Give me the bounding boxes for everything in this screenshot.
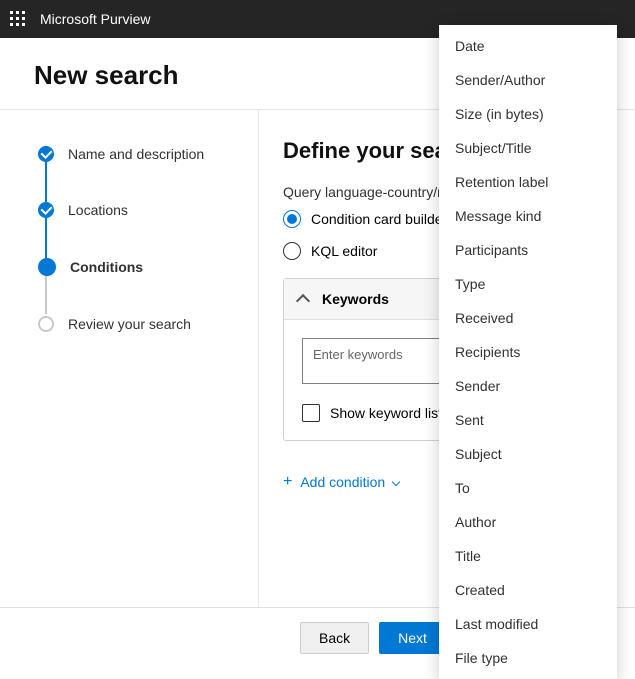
step-label: Name and description [68, 146, 204, 162]
step-review[interactable]: Review your search [38, 316, 258, 332]
step-label: Locations [68, 202, 128, 218]
dropdown-item-to[interactable]: To [439, 471, 617, 505]
dropdown-item-retention-label[interactable]: Retention label [439, 165, 617, 199]
dropdown-item-file-type[interactable]: File type [439, 641, 617, 675]
dropdown-item-sent[interactable]: Sent [439, 403, 617, 437]
dropdown-item-message-kind[interactable]: Message kind [439, 199, 617, 233]
keywords-card-title: Keywords [322, 291, 389, 307]
checkbox-label: Show keyword list [330, 405, 442, 421]
checkbox-icon [302, 404, 320, 422]
step-upcoming-icon [38, 316, 54, 332]
step-current-icon [38, 258, 56, 276]
radio-label: KQL editor [311, 243, 377, 259]
add-condition-label: Add condition [300, 474, 385, 490]
step-complete-icon [38, 146, 54, 162]
step-label: Review your search [68, 316, 191, 332]
dropdown-item-date[interactable]: Date [439, 29, 617, 63]
radio-icon [283, 242, 301, 260]
step-complete-icon [38, 202, 54, 218]
condition-dropdown: Date Sender/Author Size (in bytes) Subje… [439, 25, 617, 679]
app-launcher-icon[interactable] [10, 11, 26, 27]
dropdown-item-sender[interactable]: Sender [439, 369, 617, 403]
dropdown-item-participants[interactable]: Participants [439, 233, 617, 267]
next-button[interactable]: Next [379, 622, 446, 654]
back-button[interactable]: Back [300, 622, 369, 654]
step-label: Conditions [70, 259, 143, 275]
dropdown-item-created[interactable]: Created [439, 573, 617, 607]
wizard-stepper: Name and description Locations Condition… [0, 110, 258, 665]
dropdown-item-subject[interactable]: Subject [439, 437, 617, 471]
dropdown-item-received[interactable]: Received [439, 301, 617, 335]
step-conditions[interactable]: Conditions [38, 258, 258, 276]
step-name-and-description[interactable]: Name and description [38, 146, 258, 162]
plus-icon: + [283, 473, 292, 491]
dropdown-item-title[interactable]: Title [439, 539, 617, 573]
dropdown-item-author[interactable]: Author [439, 505, 617, 539]
step-locations[interactable]: Locations [38, 202, 258, 218]
dropdown-item-type[interactable]: Type [439, 267, 617, 301]
dropdown-item-size[interactable]: Size (in bytes) [439, 97, 617, 131]
radio-icon [283, 210, 301, 228]
chevron-up-icon [296, 294, 310, 308]
dropdown-item-sender-author[interactable]: Sender/Author [439, 63, 617, 97]
radio-label: Condition card builder [311, 211, 447, 227]
dropdown-item-recipients[interactable]: Recipients [439, 335, 617, 369]
dropdown-item-last-modified[interactable]: Last modified [439, 607, 617, 641]
suite-title: Microsoft Purview [40, 11, 150, 27]
dropdown-item-subject-title[interactable]: Subject/Title [439, 131, 617, 165]
chevron-down-icon [392, 478, 400, 486]
